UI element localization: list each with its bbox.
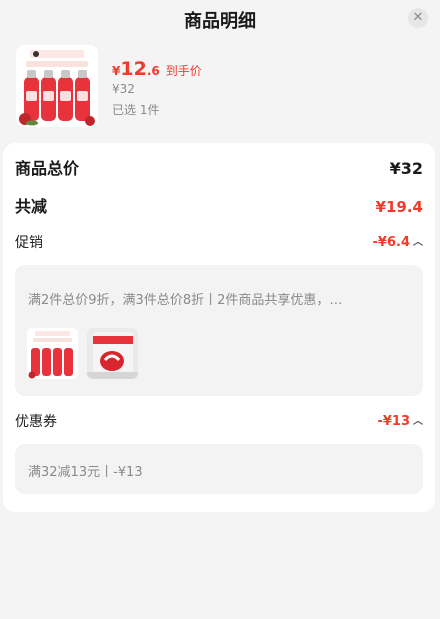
promo-item-image[interactable] xyxy=(87,328,138,379)
chevron-up-icon[interactable]: ︿ xyxy=(413,410,423,434)
coupon-row[interactable]: 优惠券 -¥13 ︿ xyxy=(15,410,423,434)
total-value: ¥32 xyxy=(389,159,423,178)
price-detail-card: 商品总价 ¥32 共减 ¥19.4 促销 -¥6.4 ︿ 满2件总价9折，满3件总… xyxy=(3,143,435,512)
promotion-value: -¥6.4 xyxy=(372,235,410,250)
product-image[interactable] xyxy=(16,45,98,127)
page-title: 商品明细 xyxy=(184,11,256,32)
promotion-detail: 满2件总价9折，满3件总价8折丨2件商品共享优惠，… xyxy=(15,265,423,396)
promo-item-image[interactable] xyxy=(27,328,78,379)
final-price: ¥12.6 到手价 xyxy=(112,58,202,80)
discount-value: ¥19.4 xyxy=(375,198,423,216)
promotion-row[interactable]: 促销 -¥6.4 ︿ xyxy=(15,231,423,255)
total-label: 商品总价 xyxy=(15,159,80,178)
product-summary: ¥12.6 到手价 ¥32 已选 1件 xyxy=(16,45,436,130)
promotion-label: 促销 xyxy=(15,235,43,251)
chevron-up-icon[interactable]: ︿ xyxy=(413,231,423,255)
coupon-detail: 满32减13元丨-¥13 xyxy=(15,444,423,494)
original-price: ¥32 xyxy=(112,82,135,96)
discount-label: 共减 xyxy=(15,197,48,216)
drink-bottles-thumbnail xyxy=(27,328,78,379)
close-icon[interactable]: ✕ xyxy=(408,8,428,28)
coupon-description: 满32减13元丨-¥13 xyxy=(28,465,143,480)
discount-row: 共减 ¥19.4 xyxy=(15,195,423,219)
coupon-label: 优惠券 xyxy=(15,414,57,430)
total-row: 商品总价 ¥32 xyxy=(15,157,423,181)
promotion-description: 满2件总价9折，满3件总价8折丨2件商品共享优惠，… xyxy=(28,293,343,308)
selected-quantity: 已选 1件 xyxy=(112,103,160,117)
drink-bottles-illustration xyxy=(16,45,98,127)
price-tag: 到手价 xyxy=(165,64,202,78)
coupon-value: -¥13 xyxy=(377,414,410,429)
milk-box-thumbnail xyxy=(87,328,138,379)
